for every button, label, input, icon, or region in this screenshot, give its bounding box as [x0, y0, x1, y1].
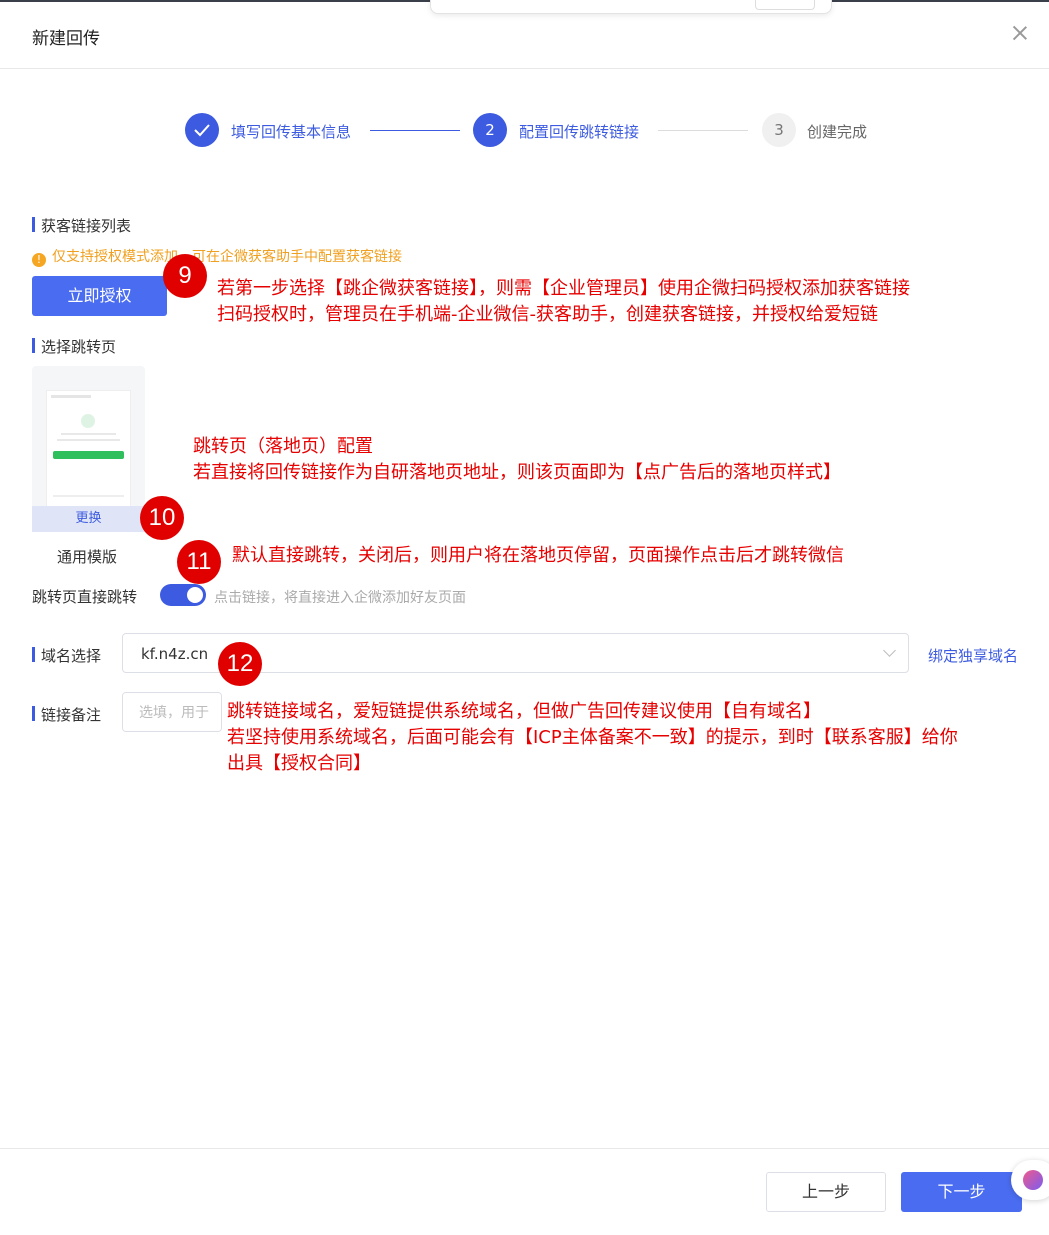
- remark-input[interactable]: [123, 693, 221, 731]
- chevron-down-icon: [883, 644, 896, 657]
- toggle-knob: [187, 587, 203, 603]
- annotation-9: 若第一步选择【跳企微获客链接】，则需【企业管理员】使用企微扫码授权添加获客链接 …: [217, 276, 910, 328]
- step-2-label: 配置回传跳转链接: [519, 123, 640, 141]
- annotation-12: 跳转链接域名，爱短链提供系统域名，但做广告回传建议使用【自有域名】 若坚持使用系…: [227, 699, 958, 777]
- annotation-9-line-1: 若第一步选择【跳企微获客链接】，则需【企业管理员】使用企微扫码授权添加获客链接: [217, 278, 910, 299]
- template-preview-image: [46, 390, 131, 507]
- landing-template-card[interactable]: 更换: [32, 366, 145, 532]
- annotation-badge-9: 9: [163, 254, 207, 298]
- prev-step-button[interactable]: 上一步: [766, 1172, 886, 1212]
- annotation-10-line-2: 若直接将回传链接作为自研落地页地址，则该页面即为【点广告后的落地页样式】: [193, 462, 841, 483]
- warning-icon: !: [32, 253, 46, 267]
- check-icon: [185, 113, 219, 147]
- dialog-header: 新建回传: [0, 2, 1049, 69]
- annotation-12-line-1: 跳转链接域名，爱短链提供系统域名，但做广告回传建议使用【自有域名】: [227, 701, 821, 722]
- step-3-label: 创建完成: [807, 123, 868, 141]
- stepper: 填写回传基本信息 2 配置回传跳转链接 3 创建完成: [0, 113, 1049, 149]
- template-name: 通用模版: [57, 548, 118, 566]
- step-1-label: 填写回传基本信息: [231, 123, 352, 141]
- warning-message: 仅支持授权模式添加，可在企微获客助手中配置获客链接: [52, 249, 402, 265]
- annotation-badge-10: 10: [140, 496, 184, 540]
- annotation-9-line-2: 扫码授权时，管理员在手机端-企业微信-获客助手，创建获客链接，并授权给爱短链: [217, 304, 878, 325]
- remark-label: 链接备注: [32, 704, 101, 725]
- annotation-12-line-2: 若坚持使用系统域名，后面可能会有【ICP主体备案不一致】的提示，到时【联系客服】…: [227, 727, 958, 748]
- next-step-button[interactable]: 下一步: [901, 1172, 1022, 1212]
- annotation-10-line-1: 跳转页（落地页）配置: [193, 436, 373, 457]
- change-template-button[interactable]: 更换: [32, 506, 145, 532]
- brain-icon: [1023, 1170, 1043, 1190]
- annotation-11: 默认直接跳转，关闭后，则用户将在落地页停留，页面操作点击后才跳转微信: [232, 543, 844, 569]
- landing-section-title: 选择跳转页: [32, 336, 116, 357]
- domain-value: kf.n4z.cn: [141, 645, 209, 663]
- step-connector: [370, 130, 460, 131]
- remark-field[interactable]: [122, 692, 222, 732]
- dialog-footer: [0, 1148, 1049, 1235]
- step-3-number: 3: [762, 113, 796, 147]
- annotation-11-line-1: 默认直接跳转，关闭后，则用户将在落地页停留，页面操作点击后才跳转微信: [232, 545, 844, 566]
- acquisition-section-title: 获客链接列表: [32, 215, 131, 236]
- bind-domain-link[interactable]: 绑定独享域名: [928, 645, 1018, 666]
- step-2-number: 2: [473, 113, 507, 147]
- direct-jump-hint: 点击链接，将直接进入企微添加好友页面: [214, 590, 466, 606]
- dialog-title: 新建回传: [32, 29, 100, 49]
- annotation-12-line-3: 出具【授权合同】: [227, 753, 371, 774]
- annotation-10: 跳转页（落地页）配置 若直接将回传链接作为自研落地页地址，则该页面即为【点广告后…: [193, 434, 841, 486]
- domain-label: 域名选择: [32, 645, 101, 666]
- direct-jump-toggle[interactable]: [160, 584, 206, 606]
- step-connector: [658, 130, 748, 131]
- authorize-button[interactable]: 立即授权: [32, 276, 167, 316]
- warning-text: ! 仅支持授权模式添加，可在企微获客助手中配置获客链接: [32, 246, 402, 267]
- assistant-bubble[interactable]: [1011, 1160, 1049, 1200]
- annotation-badge-11: 11: [177, 540, 221, 584]
- annotation-badge-12: 12: [218, 642, 262, 686]
- direct-jump-label: 跳转页直接跳转: [32, 588, 138, 606]
- close-icon[interactable]: [1011, 24, 1029, 42]
